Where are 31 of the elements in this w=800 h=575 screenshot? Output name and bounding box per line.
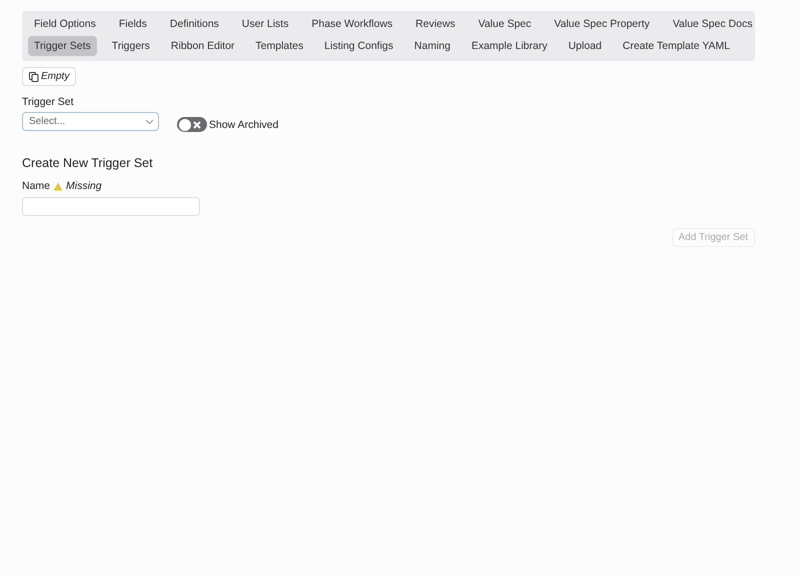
copy-button[interactable]: Empty [22, 67, 76, 86]
tab[interactable]: Phase Workflows [306, 14, 399, 34]
tab[interactable]: Reviews [410, 14, 462, 34]
tab[interactable]: Trigger Sets [28, 36, 97, 56]
tab[interactable]: Fields [112, 14, 153, 34]
tab[interactable]: Ribbon Editor [164, 36, 241, 56]
section-heading: Create New Trigger Set [22, 156, 154, 170]
tab[interactable]: Templates [250, 36, 310, 56]
tab[interactable]: Definitions [164, 14, 225, 34]
tab[interactable]: Value Spec Docs [666, 14, 758, 34]
tab[interactable]: Example Library [465, 36, 554, 56]
field-label: Trigger Set [22, 96, 75, 108]
tab[interactable]: Field Options [28, 14, 102, 34]
tab[interactable]: User Lists [236, 14, 295, 34]
tab[interactable]: Value Spec Property [548, 14, 656, 34]
tab[interactable]: Create Template YAML [616, 36, 736, 56]
select-field[interactable]: Select... [22, 112, 159, 131]
tab[interactable]: Value Spec [472, 14, 538, 34]
x-icon [193, 120, 201, 128]
tab[interactable]: Listing Configs [318, 36, 400, 56]
toggle-switch[interactable] [177, 117, 207, 132]
name-input[interactable] [22, 197, 200, 216]
chevron-down-icon [145, 118, 154, 124]
tab[interactable]: Triggers [106, 36, 156, 56]
warning-text: Missing [66, 180, 102, 192]
toggle-label: Show Archived [209, 118, 278, 130]
warning-icon [53, 182, 64, 190]
tab[interactable]: Upload [562, 36, 608, 56]
field-label: Name [22, 180, 50, 192]
tab[interactable]: Naming [408, 36, 456, 56]
copy-icon [29, 72, 39, 82]
